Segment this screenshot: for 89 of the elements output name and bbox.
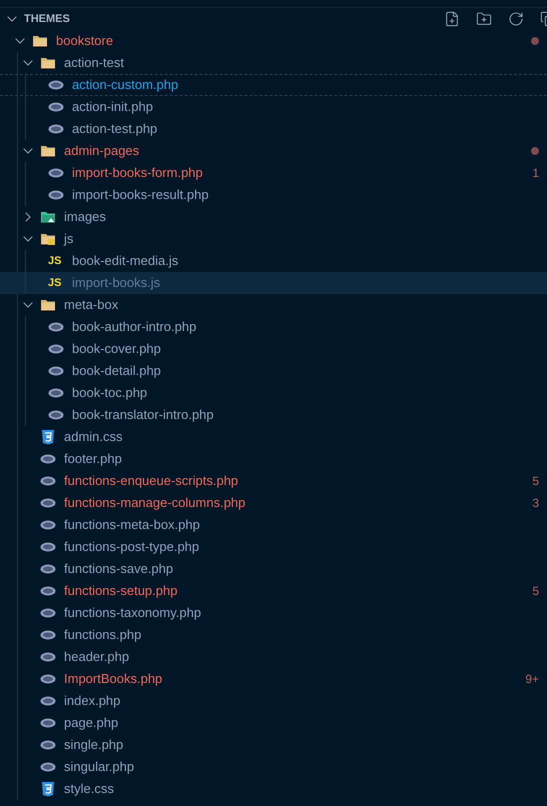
file-row[interactable]: action-init.php (0, 96, 547, 118)
file-row[interactable]: book-cover.php (0, 338, 547, 360)
file-row[interactable]: JS import-books.js (0, 272, 547, 294)
refresh-icon[interactable] (508, 11, 524, 27)
file-row[interactable]: singular.php (0, 756, 547, 778)
folder-icon (32, 33, 48, 49)
file-row[interactable]: import-books-result.php (0, 184, 547, 206)
folder-icon (40, 297, 56, 313)
js-file-icon: JS (48, 256, 64, 266)
folder-row[interactable]: action-test (0, 52, 547, 74)
file-row[interactable]: functions-save.php (0, 558, 547, 580)
file-name: functions-setup.php (64, 582, 178, 600)
file-row[interactable]: book-detail.php (0, 360, 547, 382)
file-name: action-custom.php (72, 76, 178, 94)
file-name: functions-save.php (64, 560, 174, 578)
folder-name: admin-pages (64, 142, 140, 160)
file-name: book-edit-media.js (72, 252, 178, 270)
file-name: footer.php (64, 450, 122, 468)
problem-count: 5 (532, 473, 539, 490)
file-row[interactable]: book-author-intro.php (0, 316, 547, 338)
file-row[interactable]: functions-setup.php 5 (0, 580, 547, 602)
file-row[interactable]: functions.php (0, 624, 547, 646)
new-file-icon[interactable] (444, 11, 460, 27)
file-row[interactable]: functions-post-type.php (0, 536, 547, 558)
file-name: functions.php (64, 626, 142, 644)
problem-count: 3 (532, 495, 539, 512)
file-name: book-cover.php (72, 340, 161, 358)
new-folder-icon[interactable] (476, 11, 492, 27)
file-row[interactable]: action-test.php (0, 118, 547, 140)
file-row[interactable]: footer.php (0, 448, 547, 470)
file-row[interactable]: JS book-edit-media.js (0, 250, 547, 272)
file-row[interactable]: book-translator-intro.php (0, 404, 547, 426)
file-name: header.php (64, 648, 130, 666)
file-row[interactable]: style.css (0, 778, 547, 800)
file-name: import-books-form.php (72, 164, 203, 182)
file-name: book-detail.php (72, 362, 161, 380)
file-row[interactable]: single.php (0, 734, 547, 756)
folder-row[interactable]: images (0, 206, 547, 228)
folder-name: images (64, 208, 106, 226)
file-row[interactable]: functions-taxonomy.php (0, 602, 547, 624)
css-file-icon (40, 429, 56, 445)
image-folder-icon (40, 209, 56, 225)
folder-name: action-test (64, 54, 124, 72)
folder-row[interactable]: admin-pages (0, 140, 547, 162)
file-row[interactable]: ImportBooks.php 9+ (0, 668, 547, 690)
file-name: functions-meta-box.php (64, 516, 200, 534)
file-row[interactable]: header.php (0, 646, 547, 668)
file-row[interactable]: functions-meta-box.php (0, 514, 547, 536)
file-name: functions-post-type.php (64, 538, 200, 556)
folder-name: js (64, 230, 74, 248)
folder-name: bookstore (56, 32, 114, 50)
file-name: functions-taxonomy.php (64, 604, 202, 622)
file-name: style.css (64, 780, 114, 798)
file-row[interactable]: functions-manage-columns.php 3 (0, 492, 547, 514)
folder-icon (40, 143, 56, 159)
file-name: import-books-result.php (72, 186, 209, 204)
file-row[interactable]: book-toc.php (0, 382, 547, 404)
file-row[interactable]: functions-enqueue-scripts.php 5 (0, 470, 547, 492)
problem-count: 1 (532, 165, 539, 182)
file-row[interactable]: page.php (0, 712, 547, 734)
file-name: book-toc.php (72, 384, 148, 402)
file-name: action-test.php (72, 120, 158, 138)
file-name: book-author-intro.php (72, 318, 196, 336)
file-name: functions-manage-columns.php (64, 494, 246, 512)
js-file-icon: JS (48, 278, 64, 288)
js-folder-icon (40, 231, 56, 247)
file-row[interactable]: admin.css (0, 426, 547, 448)
folder-row[interactable]: js (0, 228, 547, 250)
file-name: single.php (64, 736, 124, 754)
folder-row[interactable]: bookstore (0, 30, 547, 52)
file-name: functions-enqueue-scripts.php (64, 472, 238, 490)
file-name: action-init.php (72, 98, 153, 116)
problem-count: 9+ (525, 671, 539, 688)
file-name: import-books.js (72, 274, 160, 292)
folder-row[interactable]: meta-box (0, 294, 547, 316)
file-name: page.php (64, 714, 118, 732)
file-row[interactable]: action-custom.php (0, 74, 547, 96)
folder-icon (40, 55, 56, 71)
section-title[interactable]: THEMES (24, 10, 70, 28)
file-name: book-translator-intro.php (72, 406, 214, 424)
file-name: singular.php (64, 758, 134, 776)
file-row[interactable]: index.php (0, 690, 547, 712)
file-name: admin.css (64, 428, 123, 446)
css-file-icon (40, 781, 56, 797)
file-name: index.php (64, 692, 120, 710)
folder-name: meta-box (64, 296, 118, 314)
file-name: ImportBooks.php (64, 670, 162, 688)
problem-count: 5 (532, 583, 539, 600)
file-row[interactable]: import-books-form.php 1 (0, 162, 547, 184)
